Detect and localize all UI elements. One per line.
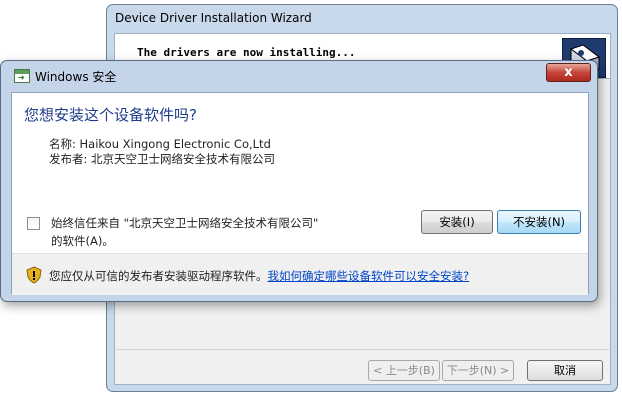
wizard-footer: < 上一步(B) 下一步(N) > 取消	[114, 349, 611, 385]
cancel-button[interactable]: 取消	[527, 360, 603, 381]
always-trust-label[interactable]: 始终信任来自 "北京天空卫士网络安全技术有限公司" 的软件(A)。	[51, 214, 331, 250]
wizard-title: Device Driver Installation Wizard	[115, 11, 312, 25]
warning-shield-icon	[26, 266, 42, 284]
install-question: 您想安装这个设备软件吗?	[24, 106, 197, 124]
dialog-footer: 您应仅从可信的发布者安装驱动程序软件。我如何确定哪些设备软件可以安全安装?	[12, 253, 588, 295]
wizard-status-message: The drivers are now installing...	[137, 46, 356, 59]
dialog-titlebar: ➜ Windows 安全 x	[1, 61, 597, 93]
install-button[interactable]: 安装(I)	[421, 210, 493, 234]
help-link[interactable]: 我如何确定哪些设备软件可以安全安装?	[268, 269, 470, 283]
dont-install-button[interactable]: 不安装(N)	[497, 210, 581, 234]
always-trust-checkbox[interactable]	[27, 217, 40, 230]
dialog-title: Windows 安全	[35, 70, 117, 84]
dialog-content: 您想安装这个设备软件吗? 名称: Haikou Xingong Electron…	[11, 92, 589, 295]
software-name: 名称: Haikou Xingong Electronic Co,Ltd	[49, 137, 271, 151]
back-button[interactable]: < 上一步(B)	[368, 360, 440, 381]
publisher-info: 名称: Haikou Xingong Electronic Co,Ltd 发布者…	[49, 137, 275, 167]
security-app-icon: ➜	[14, 69, 30, 83]
close-icon[interactable]: x	[546, 63, 591, 82]
footer-warning-text: 您应仅从可信的发布者安装驱动程序软件。	[49, 269, 268, 283]
security-dialog: ➜ Windows 安全 x 您想安装这个设备软件吗? 名称: Haikou X…	[0, 60, 598, 302]
software-publisher: 发布者: 北京天空卫士网络安全技术有限公司	[49, 152, 276, 166]
next-button[interactable]: 下一步(N) >	[442, 360, 514, 381]
footer-message: 您应仅从可信的发布者安装驱动程序软件。我如何确定哪些设备软件可以安全安装?	[49, 268, 469, 284]
